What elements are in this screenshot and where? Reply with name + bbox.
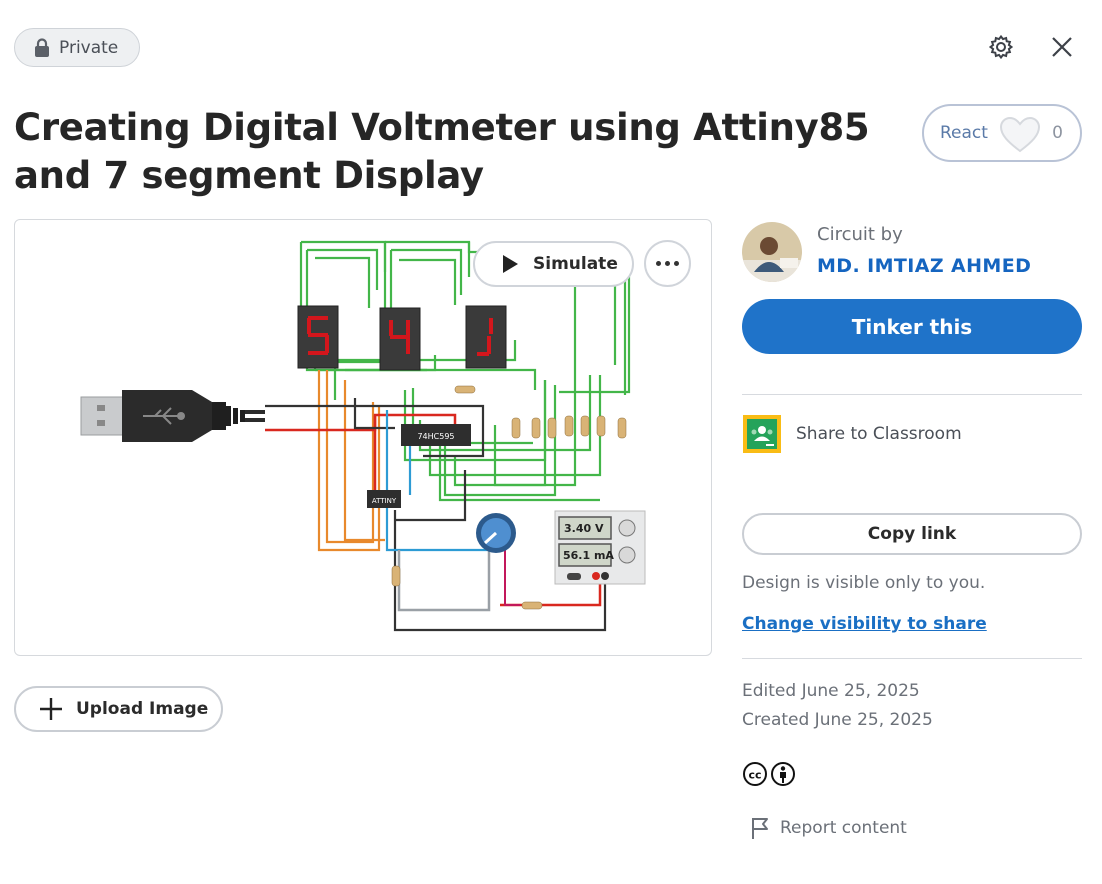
change-visibility-link[interactable]: Change visibility to share [742,614,987,634]
author-photo [742,222,802,282]
privacy-badge[interactable]: Private [14,28,140,67]
tinker-this-button[interactable]: Tinker this [742,299,1082,354]
react-count: 0 [1052,123,1063,143]
mcu-label: ATTINY [372,497,397,505]
author-name[interactable]: MD. IMTIAZ AHMED [817,255,1031,277]
react-button[interactable]: React 0 [922,104,1082,162]
gear-icon [988,34,1014,60]
visibility-note: Design is visible only to you. [742,573,986,593]
simulate-button[interactable]: Simulate [473,241,634,287]
report-content-label: Report content [780,818,907,838]
more-options-button[interactable] [644,240,691,287]
divider [742,658,1082,659]
react-label: React [940,123,988,143]
report-content[interactable]: Report content [748,815,907,841]
simulate-label: Simulate [533,254,618,274]
avatar[interactable] [742,222,802,282]
privacy-label: Private [59,37,119,58]
page-title: Creating Digital Voltmeter using Attiny8… [14,106,870,197]
supply-current-readout: 56.1 mA [563,549,614,562]
usb-cable [80,390,265,442]
svg-text:cc: cc [748,769,761,782]
attribution-icon [771,762,795,786]
settings-button[interactable] [984,30,1018,64]
flag-icon [752,818,768,839]
google-classroom-icon [743,415,781,453]
upload-image-label: Upload Image [76,699,209,719]
shift-register-label: 74HC595 [417,432,454,441]
heart-icon [999,116,1041,153]
license-badges[interactable]: cc [742,761,796,787]
author-prefix: Circuit by [817,224,903,245]
close-button[interactable] [1045,30,1079,64]
divider [742,394,1082,395]
play-icon [503,255,518,273]
upload-image-button[interactable]: Upload Image [14,686,223,732]
share-to-classroom-label: Share to Classroom [796,424,962,444]
copy-link-button[interactable]: Copy link [742,513,1082,555]
creative-commons-icon: cc [743,762,767,786]
more-icon [656,261,679,266]
lock-icon [35,37,49,57]
edited-date: Edited June 25, 2025 [742,681,920,701]
close-icon [1052,37,1072,57]
created-date: Created June 25, 2025 [742,710,933,730]
share-to-classroom[interactable]: Share to Classroom [742,414,962,454]
plus-icon [40,698,62,720]
supply-voltage-readout: 3.40 V [564,522,604,535]
